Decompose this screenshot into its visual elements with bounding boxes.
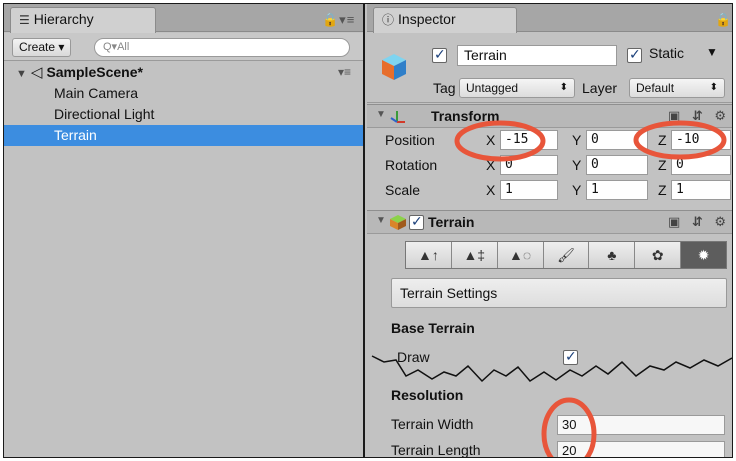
terrain-settings-label: Terrain Settings (391, 278, 727, 308)
scale-x-field[interactable]: 1 (500, 180, 558, 200)
terrain-width-label: Terrain Width (391, 416, 474, 432)
layer-dropdown[interactable]: Default ⬍ (629, 78, 725, 98)
terrain-component-icon (390, 215, 406, 230)
terrain-length-field[interactable]: 20 (557, 441, 725, 457)
terrain-header[interactable]: ▼ Terrain ▣ ⇵ ⚙ (367, 210, 732, 234)
axis-x-label: X (486, 157, 496, 173)
terrain-enabled-checkbox[interactable] (409, 213, 424, 230)
static-checkbox[interactable] (627, 46, 642, 63)
position-z-field[interactable]: -10 (671, 130, 731, 150)
updown-icon: ⬍ (559, 82, 568, 93)
position-row: Position X -15 Y 0 Z -10 (367, 128, 732, 153)
hierarchy-toolbar: Create ▾ Q▾All (4, 33, 363, 61)
fold-arrow-icon[interactable]: ▼ (16, 68, 27, 80)
transform-axes-icon (390, 111, 405, 123)
component-menu-icons[interactable]: ▣ ⇵ ⚙ (668, 108, 730, 124)
axis-x-label: X (486, 132, 496, 148)
rotation-x-field[interactable]: 0 (500, 155, 558, 175)
axis-y-label: Y (572, 157, 582, 173)
inspector-tabbar: ⓘ Inspector 🔒 (367, 4, 732, 33)
scale-z-field[interactable]: 1 (671, 180, 731, 200)
lock-menu-icon[interactable]: 🔒▾≡ (322, 12, 355, 28)
editor-window: ☰ Hierarchy 🔒▾≡ Create ▾ Q▾All ▼ ◁ SampleSc… (3, 3, 733, 458)
rotation-z-field[interactable]: 0 (671, 155, 731, 175)
axis-z-label: Z (658, 182, 667, 198)
rotation-y-field[interactable]: 0 (586, 155, 648, 175)
draw-label: Draw (397, 349, 430, 365)
list-item[interactable]: Terrain (4, 125, 363, 146)
inspector-panel: ⓘInspector 🔒 Terrain Static ▼ Tag Untagg… (367, 4, 732, 458)
paint-details-icon[interactable]: ✿ (635, 242, 682, 268)
transform-header[interactable]: ▼ Transform ▣ ⇵ ⚙ (367, 104, 732, 128)
terrain-width-field[interactable]: 30 (557, 415, 725, 435)
axis-x-label: X (486, 182, 496, 198)
settings-gear-icon[interactable]: ✹ (681, 242, 727, 268)
terrain-toolbar: ▲↑ ▲‡ ▲◌ 🖌 ♣ ✿ ✹ (405, 241, 727, 269)
terrain-length-label: Terrain Length (391, 442, 481, 458)
create-button[interactable]: Create ▾ (12, 38, 72, 57)
layer-label: Layer (582, 80, 618, 96)
draw-checkbox[interactable] (563, 348, 578, 365)
search-input[interactable]: Q▾All (94, 38, 350, 57)
terrain-component: ▼ Terrain ▣ ⇵ ⚙ ▲↑ ▲‡ ▲◌ 🖌 ♣ ✿ ✹ Terra (367, 210, 732, 458)
tag-label: Tag (433, 80, 456, 96)
axis-z-label: Z (658, 132, 667, 148)
axis-y-label: Y (572, 132, 582, 148)
gameobject-cube-icon (382, 54, 406, 80)
lock-icon[interactable]: 🔒 (715, 12, 732, 28)
fold-arrow-icon[interactable]: ▼ (376, 215, 386, 226)
terrain-title: Terrain (428, 214, 475, 230)
scale-row: Scale X 1 Y 1 Z 1 (367, 178, 732, 203)
transform-component: ▼ Transform ▣ ⇵ ⚙ Position X -15 Y 0 Z -… (367, 104, 732, 203)
hierarchy-panel: ☰ Hierarchy 🔒▾≡ Create ▾ Q▾All ▼ ◁ SampleSc… (4, 4, 365, 457)
list-item[interactable]: Directional Light (4, 104, 363, 125)
object-name-field[interactable]: Terrain (457, 45, 617, 66)
raise-lower-icon[interactable]: ▲↑ (406, 242, 452, 268)
rotation-label: Rotation (385, 157, 438, 173)
static-label: Static (649, 45, 685, 61)
axis-z-label: Z (658, 157, 667, 173)
tab-hierarchy[interactable]: ☰ Hierarchy (10, 7, 156, 33)
hierarchy-tabbar: ☰ Hierarchy 🔒▾≡ (4, 4, 363, 33)
tag-dropdown[interactable]: Untagged ⬍ (459, 78, 575, 98)
rotation-row: Rotation X 0 Y 0 Z 0 (367, 153, 732, 178)
position-label: Position (385, 132, 435, 148)
list-item[interactable]: Main Camera (4, 83, 363, 104)
list-icon: ☰ (19, 13, 30, 27)
scene-menu-icon[interactable]: ▾≡ (338, 62, 351, 83)
scale-y-field[interactable]: 1 (586, 180, 648, 200)
gameobject-header: Terrain Static ▼ Tag Untagged⬍ Layer Def… (367, 33, 732, 103)
unity-scene-icon: ◁ (30, 64, 43, 81)
axis-y-label: Y (572, 182, 582, 198)
static-dropdown-icon[interactable]: ▼ (706, 45, 718, 59)
base-terrain-heading: Base Terrain (391, 320, 475, 336)
tab-inspector[interactable]: ⓘ Inspector (373, 7, 517, 33)
fold-arrow-icon[interactable]: ▼ (376, 109, 386, 120)
position-y-field[interactable]: 0 (586, 130, 648, 150)
hierarchy-tree: ▼ ◁ SampleScene* ▾≡ Main Camera Directiona… (4, 62, 363, 146)
updown-icon: ⬍ (709, 82, 718, 93)
resolution-heading: Resolution (391, 387, 464, 403)
smooth-height-icon[interactable]: ▲◌ (497, 242, 544, 268)
paint-height-icon[interactable]: ▲‡ (451, 242, 498, 268)
active-checkbox[interactable] (432, 46, 447, 63)
info-icon: ⓘ (382, 13, 395, 27)
position-x-field[interactable]: -15 (500, 130, 558, 150)
chevron-down-icon: ▾ (58, 40, 65, 54)
scene-row[interactable]: ▼ ◁ SampleScene* ▾≡ (4, 62, 363, 83)
transform-title: Transform (431, 108, 500, 124)
scale-label: Scale (385, 182, 421, 198)
component-menu-icons[interactable]: ▣ ⇵ ⚙ (668, 214, 730, 230)
place-trees-icon[interactable]: ♣ (589, 242, 636, 268)
paint-texture-icon[interactable]: 🖌 (543, 242, 590, 268)
